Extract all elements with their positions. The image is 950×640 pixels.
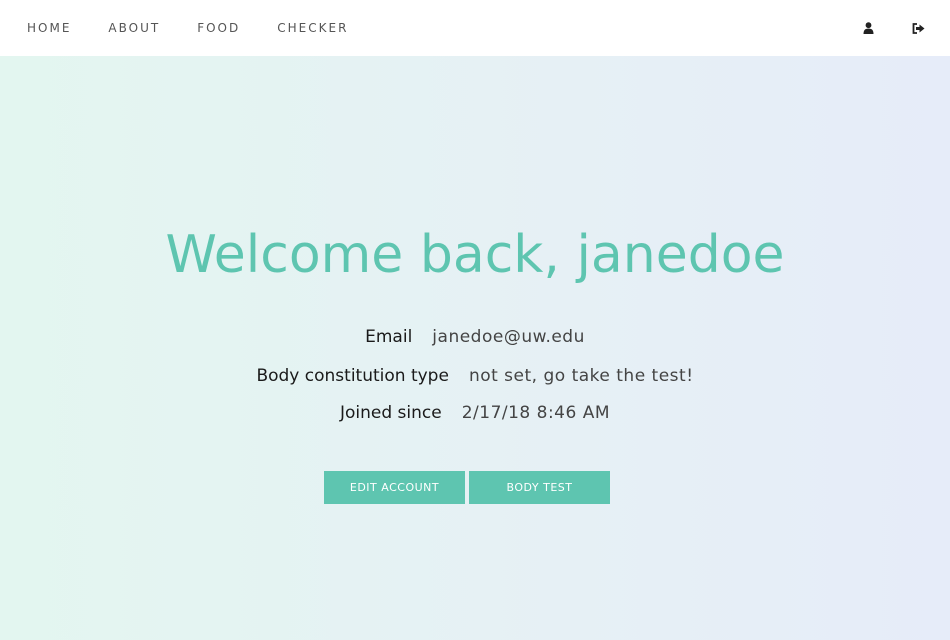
joined-value: 2/17/18 8:46 AM — [461, 403, 611, 423]
body-type-row: Body constitution type not set, go take … — [0, 366, 950, 386]
email-label: Email — [365, 327, 413, 347]
welcome-heading: Welcome back, janedoe — [165, 225, 785, 285]
nav-item-food[interactable]: FOOD — [197, 21, 240, 35]
body-test-button[interactable]: BODY TEST — [469, 471, 610, 504]
action-buttons: EDIT ACCOUNT BODY TEST — [324, 471, 610, 504]
email-value: janedoe@uw.edu — [432, 327, 585, 347]
body-type-value: not set, go take the test! — [468, 366, 694, 386]
top-navbar: HOME ABOUT FOOD CHECKER — [0, 0, 950, 56]
nav-item-home[interactable]: HOME — [27, 21, 71, 35]
joined-row: Joined since 2/17/18 8:46 AM — [0, 403, 950, 423]
sign-out-icon[interactable] — [910, 20, 926, 36]
hero-section: Welcome back, janedoe Email janedoe@uw.e… — [0, 56, 950, 640]
user-icon[interactable] — [860, 20, 876, 36]
joined-label: Joined since — [339, 403, 442, 423]
edit-account-button[interactable]: EDIT ACCOUNT — [324, 471, 465, 504]
nav-icons — [860, 0, 926, 56]
email-row: Email janedoe@uw.edu — [0, 327, 950, 347]
nav-item-checker[interactable]: CHECKER — [277, 21, 348, 35]
body-type-label: Body constitution type — [256, 366, 449, 386]
nav-item-about[interactable]: ABOUT — [108, 21, 160, 35]
nav-links: HOME ABOUT FOOD CHECKER — [27, 21, 385, 35]
